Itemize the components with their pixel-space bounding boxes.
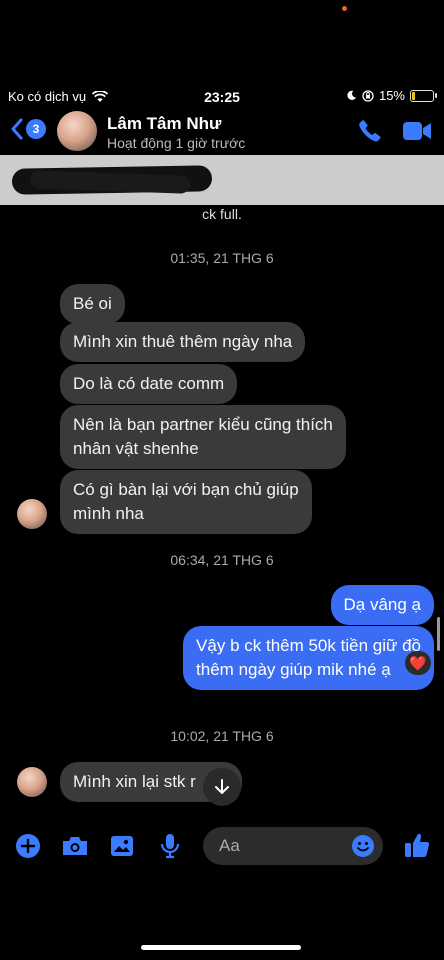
scroll-to-bottom-button[interactable] [203,768,241,806]
timestamp: 10:02, 21 THG 6 [170,728,274,744]
contact-name[interactable]: Lâm Tâm Như [107,114,221,134]
previous-message-fragment: ck full. [202,206,242,222]
message-input[interactable]: Aa [203,827,383,865]
contact-avatar[interactable] [57,111,97,151]
plus-circle-icon[interactable] [15,833,41,859]
phone-call-icon[interactable] [357,118,383,144]
camera-icon[interactable] [61,835,89,857]
message-input-placeholder: Aa [219,836,240,855]
thumbs-up-icon[interactable] [403,831,431,859]
pinned-message-banner[interactable] [0,155,444,205]
incoming-message[interactable]: Mình xin thuê thêm ngày nha [60,322,306,362]
video-call-icon[interactable] [402,120,432,142]
back-button[interactable]: 3 [10,118,46,140]
moon-icon [347,90,357,100]
home-indicator[interactable] [141,945,301,950]
emoji-icon[interactable] [351,834,375,858]
battery-fill [412,91,415,100]
scrollbar[interactable] [437,617,440,651]
incoming-message[interactable]: Bé oi [60,284,125,324]
status-right-group: 15% [346,88,437,103]
timestamp: 06:34, 21 THG 6 [170,552,274,568]
sender-avatar[interactable] [17,767,47,797]
battery-percent: 15% [378,88,405,103]
outgoing-message[interactable]: Vậy b ck thêm 50k tiền giữ đồ thêm ngày … [183,626,434,690]
orientation-lock-icon [362,89,374,102]
microphone-icon[interactable] [159,833,181,859]
unread-badge: 3 [26,119,46,139]
chevron-left-icon [11,118,23,140]
chat-header: 3 Lâm Tâm Như Hoạt động 1 giờ trước [0,110,444,154]
sender-avatar[interactable] [17,499,47,529]
contact-activity-status: Hoạt động 1 giờ trước [107,135,246,151]
timestamp: 01:35, 21 THG 6 [170,250,274,266]
outgoing-message[interactable]: Dạ vâng ạ [330,585,434,625]
incoming-message[interactable]: Do là có date comm [60,364,238,404]
battery-icon [410,89,437,102]
message-composer: Aa [0,825,444,869]
image-gallery-icon[interactable] [109,834,135,858]
incoming-message[interactable]: Nên là bạn partner kiểu cũng thích nhân … [60,405,346,469]
heart-reaction-icon[interactable]: ❤️ [405,651,431,675]
incoming-message[interactable]: Có gì bàn lại với bạn chủ giúp mình nha [60,470,312,534]
status-bar: Ko có dịch vụ 23:25 15% [0,84,444,110]
camera-indicator-dot [342,6,347,11]
arrow-down-icon [215,779,229,794]
